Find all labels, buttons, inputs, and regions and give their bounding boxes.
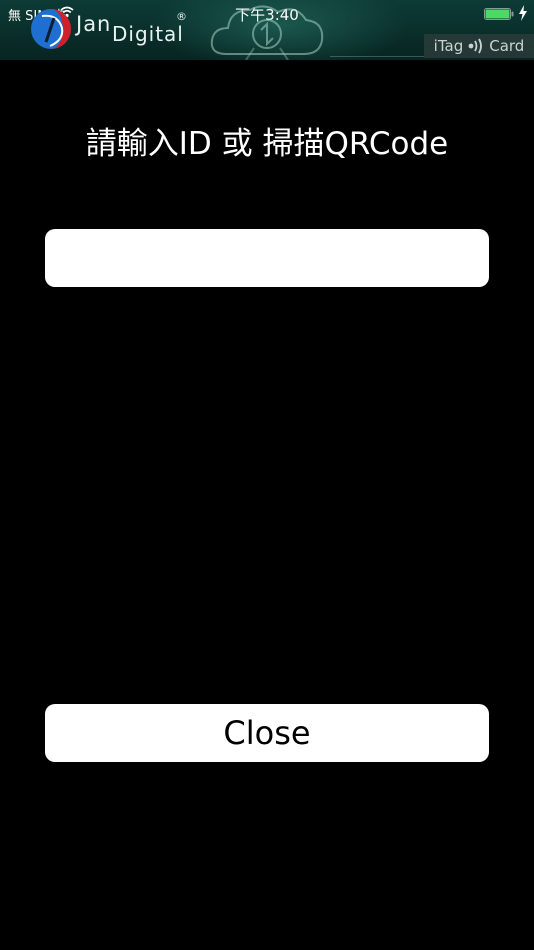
- battery-icon: [484, 8, 514, 20]
- card-label: Card: [489, 37, 525, 55]
- brand-jan-text: Jan: [76, 12, 112, 36]
- header-divider: [330, 56, 424, 57]
- close-button[interactable]: Close: [45, 704, 489, 762]
- registered-mark: ®: [176, 10, 187, 23]
- cloud-sync-icon: [210, 5, 324, 60]
- header-banner: 無 SIM 卡 下午3:40 Jan Digital: [0, 0, 534, 60]
- id-input[interactable]: [45, 229, 489, 287]
- screen: 無 SIM 卡 下午3:40 Jan Digital: [0, 0, 534, 950]
- brand-digital-text: Digital: [112, 22, 184, 46]
- jan-digital-logo-icon: [31, 9, 71, 49]
- itag-card-badge: iTag Card: [424, 34, 534, 58]
- nfc-signal-icon: [468, 38, 483, 54]
- brand-wordmark: Jan Digital ®: [76, 8, 196, 52]
- charge-bolt-icon: [519, 5, 527, 21]
- itag-label: iTag: [433, 37, 464, 55]
- id-prompt-title: 請輸入ID 或 掃描QRCode: [85, 126, 449, 162]
